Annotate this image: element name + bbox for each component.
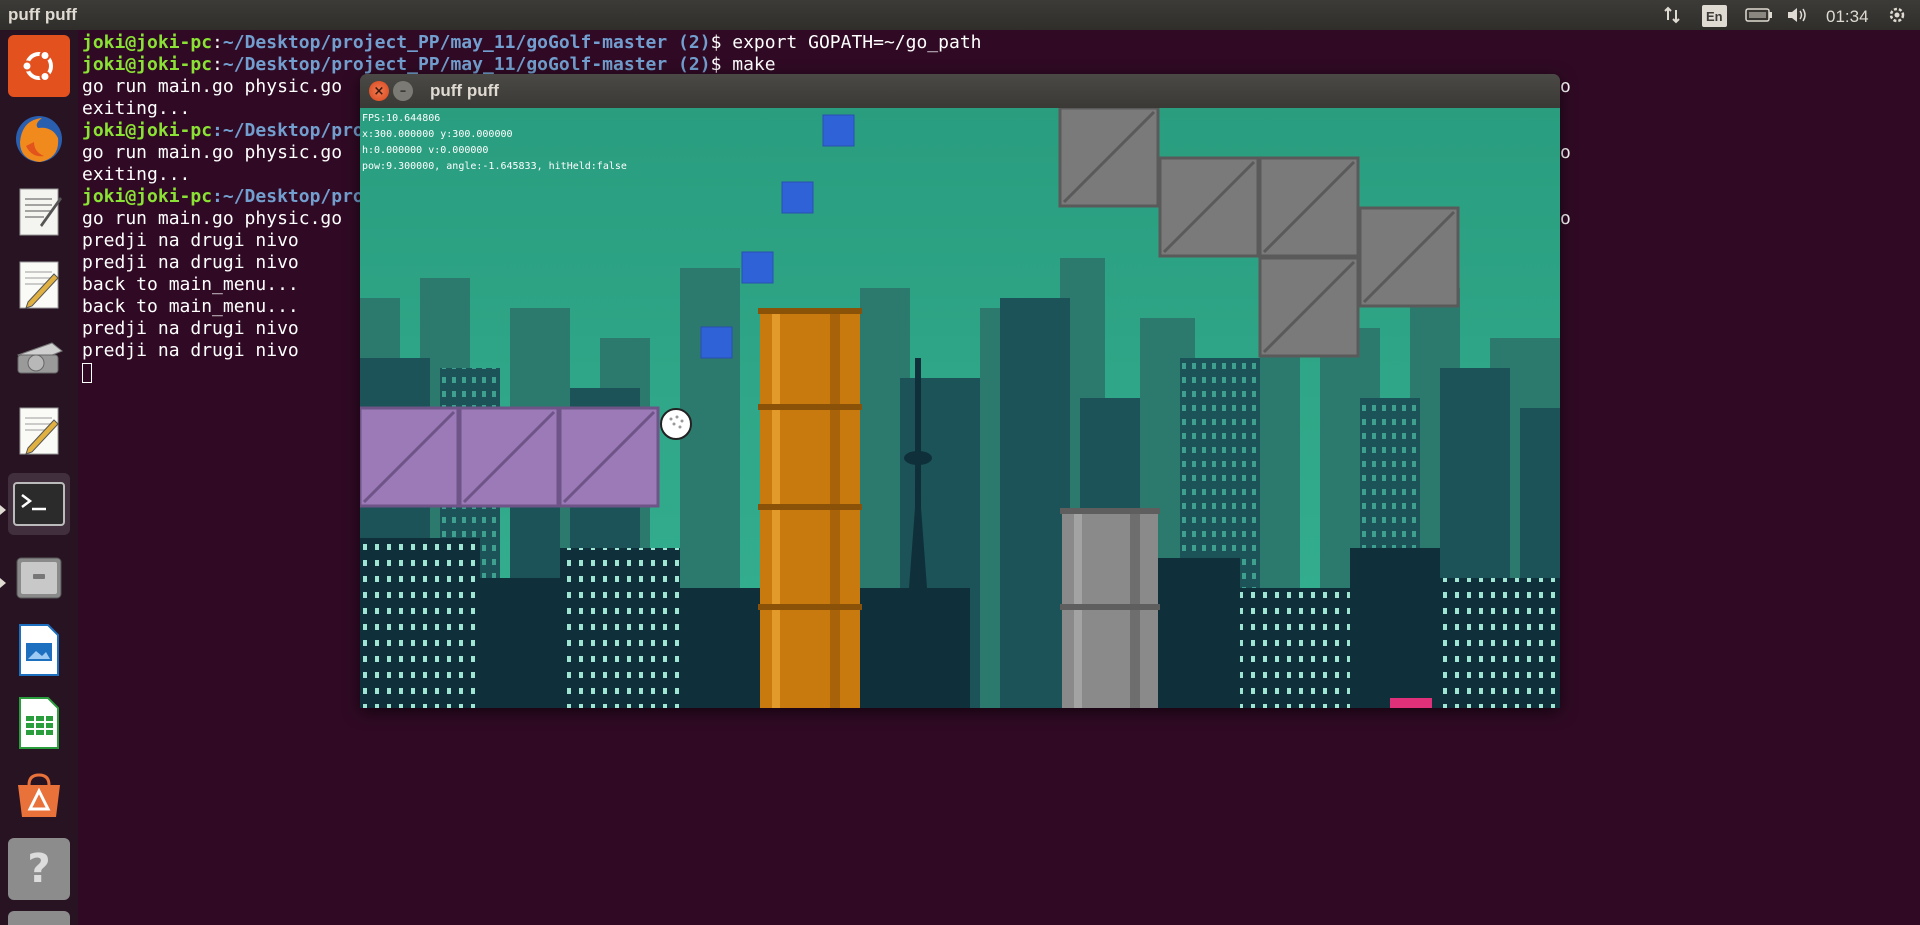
prompt-dollar: $ (710, 54, 722, 75)
clock[interactable]: 01:34 (1826, 5, 1869, 29)
minimize-button[interactable]: – (393, 81, 413, 101)
terminal-line: joki@joki-pc:~/Desktop/project_PP/may_11… (82, 32, 1912, 54)
firefox-icon[interactable] (8, 108, 70, 170)
gray-pipe (1060, 508, 1160, 708)
terminal-edge-char: o (1560, 208, 1571, 229)
running-indicator (0, 505, 6, 515)
game-scene[interactable] (360, 108, 1560, 708)
game-window[interactable]: × – puff puff FPS:10.644806 x:300.000000… (360, 74, 1560, 708)
launcher: ? (0, 30, 78, 925)
golf-ball (660, 408, 692, 440)
keyboard-layout-indicator[interactable]: En (1702, 5, 1727, 27)
text-editor-icon[interactable] (8, 181, 70, 243)
prompt-user: joki@joki-pc (82, 54, 213, 75)
terminal-overflow-text: o o o (1560, 76, 1571, 230)
close-button[interactable]: × (369, 81, 389, 101)
terminal-edge-char: o (1560, 142, 1571, 163)
prompt-separator: : (212, 32, 223, 53)
gedit-icon[interactable] (8, 254, 70, 316)
running-indicator-2 (0, 578, 6, 588)
prompt-user: joki@joki-pc (82, 120, 213, 141)
file-manager-icon[interactable] (8, 546, 70, 608)
active-window-title: puff puff (8, 5, 77, 24)
power-angle-readout: pow:9.300000, angle:-1.645833, hitHeld:f… (362, 161, 627, 172)
prompt-user: joki@joki-pc (82, 186, 213, 207)
terminal-edge-char: o (1560, 76, 1571, 97)
volume-icon[interactable] (1784, 3, 1810, 27)
prompt-dollar: $ (710, 32, 722, 53)
ubuntu-dash-icon[interactable] (8, 35, 70, 97)
velocity-readout: h:0.000000 v:0.000000 (362, 145, 489, 156)
terminal-line: joki@joki-pc:~/Desktop/project_PP/may_11… (82, 54, 1912, 76)
debug-overlay: FPS:10.644806 x:300.000000 y:300.000000 h:… (362, 111, 627, 175)
window-title: puff puff (430, 81, 499, 100)
position-readout: x:300.000000 y:300.000000 (362, 129, 513, 140)
city-windows-near (560, 548, 680, 708)
libreoffice-calc-icon[interactable] (8, 692, 70, 754)
scanner-icon[interactable] (8, 327, 70, 389)
window-titlebar[interactable]: × – puff puff (360, 74, 1560, 108)
city-windows-near-2 (1240, 588, 1350, 708)
trash-icon[interactable] (8, 911, 70, 925)
hole-marker (1390, 698, 1432, 708)
terminal-cursor[interactable] (82, 363, 92, 383)
prompt-separator: : (212, 54, 223, 75)
fps-readout: FPS:10.644806 (362, 113, 441, 124)
purple-crates (360, 406, 660, 508)
command-text: export GOPATH=~/go_path (721, 32, 982, 53)
gedit-icon-2[interactable] (8, 400, 70, 462)
prompt-path: ~/Desktop/project_PP/may_11/goGolf-maste… (222, 54, 711, 75)
city-windows-near-3 (1440, 578, 1560, 708)
software-center-icon[interactable] (8, 765, 70, 827)
prompt-path: ~/Desktop/project_PP/may_11/goGolf-maste… (222, 32, 711, 53)
aim-marker (741, 251, 774, 284)
battery-icon[interactable] (1742, 3, 1776, 27)
prompt-path: :~/Desktop/pro (212, 120, 364, 141)
libreoffice-impress-icon[interactable] (8, 619, 70, 681)
network-transfer-icon[interactable] (1660, 3, 1684, 27)
command-text: make (721, 54, 776, 75)
prompt-user: joki@joki-pc (82, 32, 213, 53)
orange-pipe (758, 308, 862, 708)
terminal-icon[interactable] (8, 473, 70, 535)
aim-marker (822, 114, 855, 147)
aim-marker (781, 181, 814, 214)
city-windows-near-4 (360, 538, 480, 708)
prompt-path: :~/Desktop/pro (212, 186, 364, 207)
power-gear-icon[interactable] (1884, 3, 1910, 27)
game-canvas[interactable]: FPS:10.644806 x:300.000000 y:300.000000 h:… (360, 108, 1560, 708)
top-panel: puff puff En 01:34 (0, 0, 1920, 30)
aim-marker (700, 326, 733, 359)
help-icon[interactable]: ? (8, 838, 70, 900)
